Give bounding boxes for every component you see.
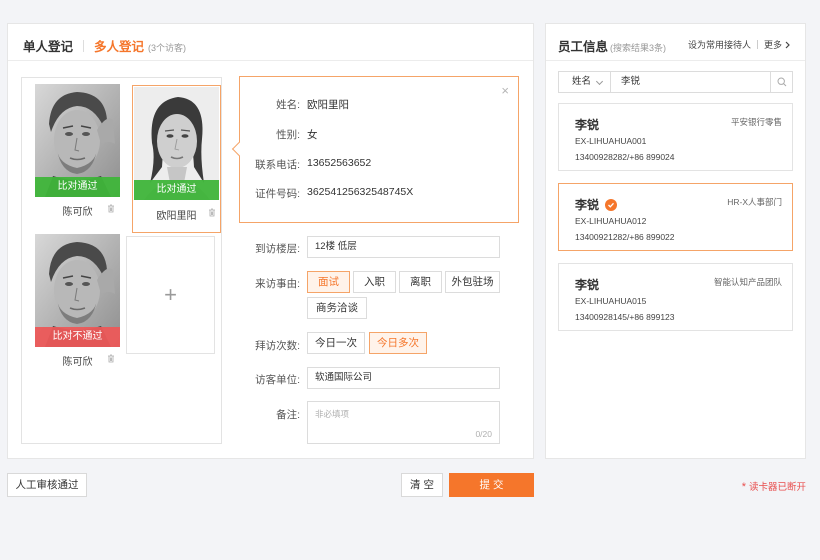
visitor-photo: 比对通过 bbox=[35, 84, 120, 197]
employee-card[interactable]: 李锐 平安银行零售 EX-LIHUAHUA001 13400928282/+86… bbox=[558, 103, 793, 171]
employee-actions: 设为常用接待人 更多 bbox=[688, 38, 791, 51]
registration-panel: 单人登记 多人登记 (3个访客) 比对通过 陈可欣 比对通过 欧阳里阳 比对不通… bbox=[7, 23, 534, 459]
info-label: 证件号码: bbox=[255, 188, 300, 200]
card-reader-status-text: 读卡器已断开 bbox=[748, 482, 806, 493]
employee-id: EX-LIHUAHUA015 bbox=[575, 296, 647, 306]
note-label: 备注: bbox=[276, 409, 300, 421]
card-reader-status: * 读卡器已断开 bbox=[742, 479, 806, 493]
visitor-name: 欧阳里阳 bbox=[156, 211, 197, 222]
employee-id: EX-LIHUAHUA001 bbox=[575, 136, 647, 146]
action-divider bbox=[756, 40, 758, 49]
registration-tabs: 单人登记 多人登记 (3个访客) bbox=[23, 36, 186, 55]
status-marker: * bbox=[741, 481, 746, 493]
info-row-phone: 联系电话: 13652563652 bbox=[240, 157, 371, 172]
manual-pass-button[interactable]: 人工审核通过 bbox=[7, 473, 87, 497]
match-pass-badge: 比对通过 bbox=[35, 177, 120, 197]
search-field-select[interactable]: 姓名 bbox=[559, 72, 611, 92]
set-frequent-host-link[interactable]: 设为常用接待人 bbox=[688, 38, 751, 51]
employee-name: 李锐 bbox=[575, 198, 600, 212]
employee-card[interactable]: 李锐 智能认知产品团队 EX-LIHUAHUA015 13400928145/+… bbox=[558, 263, 793, 331]
reason-chip-resign[interactable]: 离职 bbox=[399, 271, 442, 293]
visitor-photo: 比对不通过 bbox=[35, 234, 120, 347]
employee-dept: HR-X人事部门 bbox=[727, 197, 782, 207]
clear-button[interactable]: 清 空 bbox=[401, 473, 443, 497]
visits-chip-once[interactable]: 今日一次 bbox=[307, 332, 365, 354]
employee-name-row: 李锐 bbox=[575, 196, 618, 213]
add-visitor-button[interactable]: + bbox=[126, 236, 215, 354]
company-label: 访客单位: bbox=[255, 374, 300, 386]
check-circle-icon bbox=[605, 198, 618, 211]
trash-icon[interactable] bbox=[208, 208, 216, 217]
note-textarea[interactable]: 非必填项 0/20 bbox=[307, 401, 500, 444]
info-label: 联系电话: bbox=[255, 159, 300, 171]
employee-phone: 13400921282/+86 899022 bbox=[575, 232, 675, 242]
chevron-down-icon bbox=[595, 77, 604, 86]
trash-icon[interactable] bbox=[107, 354, 115, 363]
header-divider bbox=[8, 60, 533, 61]
chevron-right-icon bbox=[785, 41, 790, 48]
submit-button[interactable]: 提 交 bbox=[449, 473, 534, 497]
visitor-photos: 比对通过 陈可欣 比对通过 欧阳里阳 比对不通过 陈可欣 + bbox=[21, 77, 222, 444]
employee-name: 李锐 bbox=[575, 278, 600, 292]
visitor-count: (3个访客) bbox=[148, 43, 187, 53]
reason-chip-interview[interactable]: 面试 bbox=[307, 271, 350, 293]
search-button[interactable] bbox=[770, 72, 792, 92]
more-link[interactable]: 更多 bbox=[764, 38, 782, 51]
visits-label: 拜访次数: bbox=[255, 340, 300, 352]
employee-dept: 智能认知产品团队 bbox=[713, 277, 782, 287]
info-label: 姓名: bbox=[276, 99, 300, 111]
close-icon[interactable]: × bbox=[501, 83, 509, 98]
info-row-name: 姓名: 欧阳里阳 bbox=[240, 97, 349, 112]
tab-multi-register[interactable]: 多人登记 (3个访客) bbox=[94, 36, 186, 55]
note-placeholder: 非必填项 bbox=[315, 409, 350, 419]
visitor-info-card: × 姓名: 欧阳里阳 性别: 女 联系电话: 13652563652 证件号码:… bbox=[231, 76, 519, 223]
match-fail-badge: 比对不通过 bbox=[35, 327, 120, 347]
employee-phone: 13400928145/+86 899123 bbox=[575, 312, 675, 322]
employee-card-selected[interactable]: 李锐 HR-X人事部门 EX-LIHUAHUA012 13400921282/+… bbox=[558, 183, 793, 251]
search-icon bbox=[776, 77, 786, 87]
trash-icon[interactable] bbox=[107, 204, 115, 213]
info-label: 性别: bbox=[276, 129, 300, 141]
info-row-gender: 性别: 女 bbox=[240, 127, 318, 142]
search-input[interactable]: 李锐 bbox=[611, 72, 770, 92]
reason-chip-business[interactable]: 商务洽谈 bbox=[307, 297, 367, 319]
search-field-value: 姓名 bbox=[572, 76, 592, 87]
employee-title: 员工信息 bbox=[558, 40, 609, 54]
search-result-count: (搜索结果3条) bbox=[610, 43, 667, 53]
info-value: 欧阳里阳 bbox=[307, 99, 349, 111]
info-value: 13652563652 bbox=[307, 157, 372, 169]
reason-chip-outsource[interactable]: 外包驻场 bbox=[445, 271, 500, 293]
employee-panel: 员工信息 (搜索结果3条) 设为常用接待人 更多 姓名 李锐 李锐 平安银行零售 … bbox=[545, 23, 806, 459]
employee-search: 姓名 李锐 bbox=[558, 71, 793, 93]
plus-icon: + bbox=[164, 282, 177, 307]
employee-name: 李锐 bbox=[575, 118, 600, 132]
header-divider bbox=[546, 60, 805, 61]
reason-chip-onboard[interactable]: 入职 bbox=[353, 271, 396, 293]
tab-single-register[interactable]: 单人登记 bbox=[23, 36, 73, 55]
company-input[interactable]: 软通国际公司 bbox=[307, 367, 500, 389]
employee-phone: 13400928282/+86 899024 bbox=[575, 152, 675, 162]
popover-arrow bbox=[231, 141, 247, 157]
info-row-id: 证件号码: 36254125632548745X bbox=[240, 186, 413, 201]
employee-dept: 平安银行零售 bbox=[730, 117, 782, 127]
tab-multi-label: 多人登记 bbox=[94, 40, 145, 54]
match-pass-badge: 比对通过 bbox=[134, 180, 219, 200]
visitor-card-selected[interactable]: 比对通过 欧阳里阳 bbox=[132, 85, 221, 233]
visitor-card[interactable]: 比对通过 陈可欣 bbox=[33, 82, 122, 230]
floor-select[interactable]: 12楼 低层 bbox=[307, 236, 500, 258]
floor-label: 到访楼层: bbox=[255, 243, 300, 255]
note-char-counter: 0/20 bbox=[475, 429, 492, 439]
reason-label: 来访事由: bbox=[255, 278, 300, 290]
employee-id: EX-LIHUAHUA012 bbox=[575, 216, 647, 226]
tab-divider bbox=[83, 39, 85, 52]
visits-chip-multiple[interactable]: 今日多次 bbox=[369, 332, 427, 354]
info-value: 36254125632548745X bbox=[307, 186, 414, 198]
info-value: 女 bbox=[307, 129, 318, 141]
visitor-photo: 比对通过 bbox=[134, 87, 219, 200]
employee-panel-title: 员工信息 (搜索结果3条) bbox=[558, 36, 666, 55]
visitor-card[interactable]: 比对不通过 陈可欣 bbox=[33, 232, 122, 380]
